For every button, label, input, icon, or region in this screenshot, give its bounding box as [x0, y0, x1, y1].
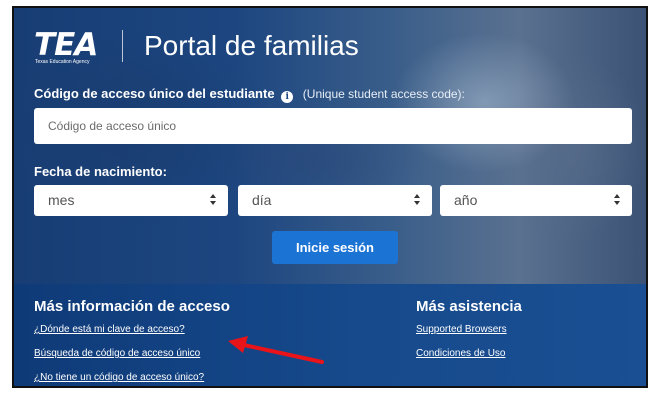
login-button[interactable]: Inicie sesión	[272, 231, 398, 264]
year-select-value: año	[454, 192, 478, 208]
month-select-value: mes	[48, 192, 75, 208]
footer-left-heading: Más información de acceso	[34, 298, 230, 315]
header: TEA Texas Education Agency Portal de fam…	[14, 8, 646, 78]
tea-logo[interactable]: TEA Texas Education Agency	[34, 30, 110, 68]
arrow-head	[228, 336, 248, 353]
link-code-search[interactable]: Búsqueda de código de acceso único	[34, 348, 200, 359]
logo-subtitle: Texas Education Agency	[35, 59, 90, 65]
red-arrow-icon	[228, 336, 324, 364]
page-title: Portal de familias	[144, 30, 359, 61]
year-select[interactable]: año	[440, 185, 632, 216]
dob-label: Fecha de nacimiento:	[34, 164, 167, 179]
select-arrows-icon	[210, 193, 217, 207]
code-label: Código de acceso único del estudiante i …	[34, 86, 465, 103]
select-arrows-icon	[414, 193, 421, 207]
link-where-is-key[interactable]: ¿Dónde está mi clave de acceso?	[34, 324, 185, 335]
footer-panel: Más información de acceso ¿Dónde está mi…	[14, 284, 646, 386]
logo-text: TEA	[34, 27, 98, 63]
day-select-value: día	[252, 192, 272, 208]
month-select[interactable]: mes	[34, 185, 228, 216]
code-label-text: Código de acceso único del estudiante	[34, 86, 275, 101]
link-no-code[interactable]: ¿No tiene un código de acceso único?	[34, 372, 204, 383]
footer-right-heading: Más asistencia	[416, 298, 522, 315]
link-supported-browsers[interactable]: Supported Browsers	[416, 324, 507, 335]
select-arrows-icon	[614, 193, 621, 207]
arrow-shaft	[242, 343, 324, 364]
header-divider	[122, 30, 123, 62]
info-icon[interactable]: i	[281, 91, 294, 103]
day-select[interactable]: día	[238, 185, 432, 216]
portal-frame: TEA Texas Education Agency Portal de fam…	[12, 6, 648, 388]
access-code-input[interactable]	[34, 108, 632, 144]
link-terms-of-use[interactable]: Condiciones de Uso	[416, 348, 506, 359]
code-hint: (Unique student access code):	[302, 87, 465, 101]
